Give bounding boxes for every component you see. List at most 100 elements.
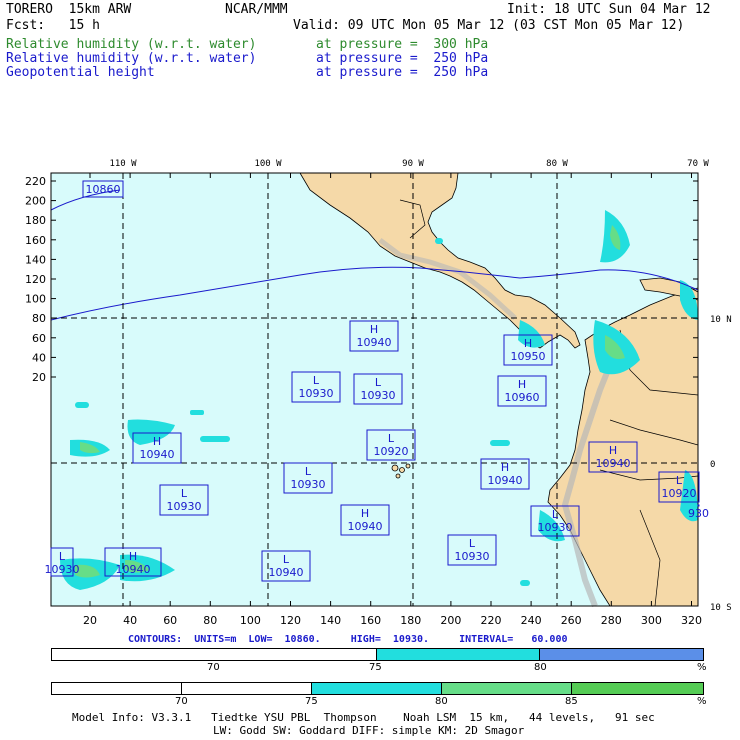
colorbar-2-label-pct: % — [697, 696, 707, 707]
y-tick-label: 160 — [25, 234, 46, 247]
center-value: 10940 — [116, 563, 151, 576]
x-tick-label: 60 — [163, 614, 177, 627]
center-value: 10940 — [357, 336, 392, 349]
center-type: L — [552, 508, 559, 521]
colorbar-1-seg-cyan — [377, 649, 540, 660]
center-type: L — [305, 465, 312, 478]
colorbar-2-seg-cyan — [312, 683, 442, 694]
lon-label: 70 W — [687, 159, 709, 169]
colorbar-2-seg-white-2 — [182, 683, 312, 694]
model-info-line-1: Model Info: V3.3.1 Tiedtke YSU PBL Thomp… — [72, 711, 655, 724]
center-value: 10930 — [361, 389, 396, 402]
pressure-center: 10860 — [82, 180, 124, 198]
y-tick-label: 220 — [25, 175, 46, 188]
x-tick-label: 300 — [641, 614, 662, 627]
y-tick-label: 80 — [32, 312, 46, 325]
x-tick-label: 280 — [601, 614, 622, 627]
center-type: L — [388, 432, 395, 445]
x-tick-label: 180 — [400, 614, 421, 627]
x-tick-label: 120 — [280, 614, 301, 627]
colorbar-1 — [51, 648, 704, 661]
center-value: 10940 — [488, 474, 523, 487]
center-type: L — [283, 553, 290, 566]
x-tick-label: 40 — [123, 614, 137, 627]
center-type: L — [375, 376, 382, 389]
longitude-labels: 110 W 100 W 90 W 80 W 70 W — [109, 159, 709, 169]
x-tick-label: 140 — [320, 614, 341, 627]
lon-label: 110 W — [109, 159, 137, 169]
center-type: H — [370, 323, 378, 336]
center-value: 10920 — [662, 487, 697, 500]
center-value: 10930 — [299, 387, 334, 400]
y-tick-label: 180 — [25, 214, 46, 227]
center-value: 10930 — [455, 550, 490, 563]
x-tick-label: 20 — [83, 614, 97, 627]
center-value: 10940 — [269, 566, 304, 579]
colorbar-2-seg-white-1 — [52, 683, 182, 694]
colorbar-2-label-80: 80 — [435, 696, 448, 707]
colorbar-1-seg-white — [52, 649, 377, 660]
colorbar-2-label-75: 75 — [305, 696, 318, 707]
center-value: 10930 — [291, 478, 326, 491]
x-tick-label: 200 — [440, 614, 461, 627]
y-tick-label: 60 — [32, 332, 46, 345]
y-tick-label: 40 — [32, 351, 46, 364]
model-info-line-2: LW: Godd SW: Goddard DIFF: simple KM: 2D… — [213, 724, 525, 737]
x-tick-label: 220 — [481, 614, 502, 627]
center-type: H — [501, 461, 509, 474]
y-tick-label: 120 — [25, 273, 46, 286]
pressure-center: 930 — [688, 504, 709, 520]
colorbar-2-seg-green — [572, 683, 703, 694]
x-tick-label: 160 — [360, 614, 381, 627]
center-value: 10940 — [348, 520, 383, 533]
lon-label: 90 W — [402, 159, 424, 169]
center-type: H — [609, 444, 617, 457]
center-value: 10920 — [374, 445, 409, 458]
y-tick-label: 100 — [25, 293, 46, 306]
center-type: H — [518, 378, 526, 391]
center-type: L — [676, 474, 683, 487]
center-value: 10860 — [86, 183, 121, 196]
y-tick-label: 20 — [32, 371, 46, 384]
center-type: H — [129, 550, 137, 563]
colorbar-1-label-70: 70 — [207, 662, 220, 673]
lat-label: 10 N — [710, 315, 732, 325]
colorbar-2 — [51, 682, 704, 695]
colorbar-2-label-85: 85 — [565, 696, 578, 707]
colorbar-2-label-70: 70 — [175, 696, 188, 707]
center-value: 10930 — [538, 521, 573, 534]
colorbar-2-seg-light-green — [442, 683, 572, 694]
lon-label: 100 W — [254, 159, 282, 169]
center-value: 10950 — [511, 350, 546, 363]
colorbar-1-label-pct: % — [697, 662, 707, 673]
x-tick-label: 240 — [521, 614, 542, 627]
center-type: L — [313, 374, 320, 387]
latitude-labels: 10 N 0 10 S — [710, 315, 732, 613]
weather-map: 220 200 180 160 140 120 100 80 60 40 20 20 40 60 80 10… — [25, 159, 732, 627]
center-type: H — [524, 337, 532, 350]
center-value: 10960 — [505, 391, 540, 404]
center-type: L — [469, 537, 476, 550]
center-type: H — [361, 507, 369, 520]
x-tick-label: 100 — [240, 614, 261, 627]
center-value: 930 — [688, 507, 709, 520]
center-value: 10940 — [140, 448, 175, 461]
y-tick-label: 200 — [25, 195, 46, 208]
x-tick-label: 80 — [203, 614, 217, 627]
colorbar-1-seg-blue — [540, 649, 703, 660]
center-value: 10930 — [45, 563, 80, 576]
lon-label: 80 W — [546, 159, 568, 169]
colorbar-1-label-75: 75 — [369, 662, 382, 673]
x-tick-label: 320 — [681, 614, 702, 627]
center-value: 10930 — [167, 500, 202, 513]
center-value: 10940 — [596, 457, 631, 470]
center-type: H — [153, 435, 161, 448]
y-tick-label: 140 — [25, 253, 46, 266]
x-tick-label: 260 — [561, 614, 582, 627]
contours-info: CONTOURS: UNITS=m LOW= 10860. HIGH= 1093… — [128, 634, 568, 645]
center-type: L — [59, 550, 66, 563]
lat-label: 10 S — [710, 603, 732, 613]
center-type: L — [181, 487, 188, 500]
lat-label: 0 — [710, 460, 715, 470]
colorbar-1-label-80: 80 — [534, 662, 547, 673]
